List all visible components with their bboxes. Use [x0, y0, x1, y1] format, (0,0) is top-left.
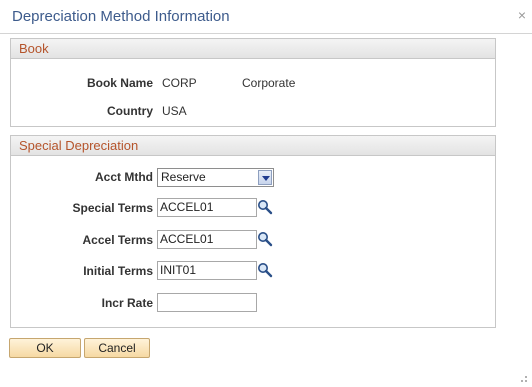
accel-terms-label: Accel Terms [82, 233, 153, 247]
special-depreciation-header: Special Depreciation [11, 136, 495, 156]
special-terms-label: Special Terms [72, 201, 153, 215]
book-name-label: Book Name [86, 76, 153, 90]
initial-terms-input[interactable]: INIT01 [157, 261, 257, 280]
incr-rate-label: Incr Rate [101, 296, 153, 310]
book-group: Book Book Name CORP Corporate Country US… [10, 38, 496, 127]
special-terms-lookup-icon[interactable] [257, 199, 273, 215]
ok-button[interactable]: OK [9, 338, 81, 358]
country-label: Country [107, 104, 153, 118]
dialog-titlebar: Depreciation Method Information × [0, 0, 532, 34]
incr-rate-input[interactable] [157, 293, 257, 312]
acct-mthd-select[interactable]: Reserve [157, 168, 274, 187]
accel-terms-lookup-icon[interactable] [257, 231, 273, 247]
dialog-title: Depreciation Method Information [12, 8, 230, 25]
resize-grip-icon[interactable] [518, 373, 528, 383]
book-description: Corporate [242, 76, 296, 90]
acct-mthd-selected-value: Reserve [161, 170, 206, 184]
special-depreciation-group: Special Depreciation Acct Mthd Reserve S… [10, 135, 496, 328]
book-name-value: CORP [162, 76, 197, 90]
special-terms-input[interactable]: ACCEL01 [157, 198, 257, 217]
cancel-button[interactable]: Cancel [84, 338, 150, 358]
accel-terms-input[interactable]: ACCEL01 [157, 230, 257, 249]
book-group-header: Book [11, 39, 495, 59]
initial-terms-lookup-icon[interactable] [257, 262, 273, 278]
chevron-down-icon[interactable] [258, 170, 272, 185]
close-icon[interactable]: × [518, 8, 526, 22]
acct-mthd-label: Acct Mthd [95, 170, 153, 184]
country-value: USA [162, 104, 187, 118]
initial-terms-label: Initial Terms [83, 264, 153, 278]
